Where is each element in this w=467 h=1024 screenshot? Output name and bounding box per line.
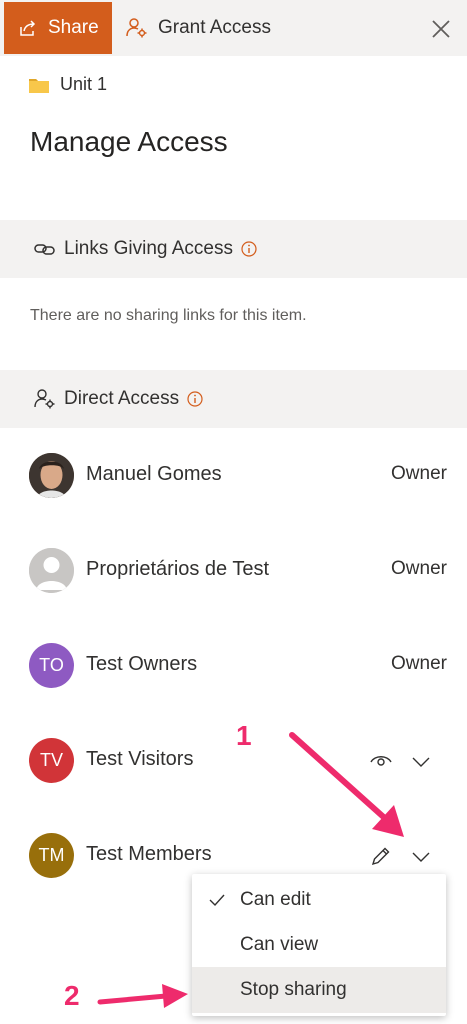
person-role: Owner — [391, 653, 447, 674]
share-label: Share — [48, 17, 99, 38]
person-row[interactable]: Proprietários de Test Owner — [0, 540, 467, 600]
menu-item-label: Can view — [240, 934, 319, 955]
person-name: Test Owners — [86, 653, 198, 675]
annotation-arrow-2 — [97, 984, 188, 1008]
person-gear-icon — [34, 389, 55, 409]
avatar — [29, 548, 74, 593]
permission-menu: Can edit Can view Stop sharing — [192, 874, 446, 1016]
no-links-message: There are no sharing links for this item… — [30, 307, 307, 324]
chevron-down-icon[interactable] — [408, 843, 434, 869]
page-title: Manage Access — [30, 126, 228, 157]
person-name: Test Members — [86, 843, 212, 865]
close-icon[interactable] — [428, 16, 454, 42]
links-section-title: Links Giving Access — [64, 238, 233, 259]
person-photo-icon — [29, 453, 74, 498]
avatar — [29, 453, 74, 498]
person-row[interactable]: TO Test Owners Owner — [0, 635, 467, 695]
menu-item-stop-sharing[interactable]: Stop sharing — [192, 967, 446, 1013]
person-role: Owner — [391, 463, 447, 484]
breadcrumb: Unit 1 — [28, 74, 107, 95]
avatar: TO — [29, 643, 74, 688]
grant-access-button[interactable]: Grant Access — [126, 2, 271, 54]
menu-item-can-view[interactable]: Can view — [192, 922, 446, 968]
direct-access-header: Direct Access — [0, 370, 467, 428]
direct-access-title: Direct Access — [64, 388, 180, 409]
default-person-icon — [29, 548, 74, 593]
links-section-header: Links Giving Access — [0, 220, 467, 278]
share-icon — [20, 20, 36, 36]
share-button[interactable]: Share — [4, 2, 112, 54]
info-icon[interactable] — [241, 241, 257, 257]
check-icon — [209, 894, 225, 907]
menu-item-can-edit[interactable]: Can edit — [192, 877, 446, 923]
annotation-number-1: 1 — [236, 720, 252, 751]
grant-access-label: Grant Access — [158, 17, 271, 38]
annotation-arrow-1 — [289, 732, 404, 837]
person-name: Manuel Gomes — [86, 463, 222, 485]
menu-item-label: Can edit — [240, 889, 311, 910]
person-row[interactable]: Manuel Gomes Owner — [0, 445, 467, 505]
person-gear-icon — [126, 18, 147, 38]
person-name: Test Visitors — [86, 748, 194, 770]
folder-icon — [29, 78, 49, 93]
avatar: TV — [29, 738, 74, 783]
folder-name: Unit 1 — [60, 74, 108, 94]
pencil-icon — [371, 847, 390, 866]
top-bar: Share Grant Access — [0, 0, 467, 56]
person-role: Owner — [391, 558, 447, 579]
person-name: Proprietários de Test — [86, 558, 270, 580]
menu-item-label: Stop sharing — [240, 979, 347, 1000]
avatar: TM — [29, 833, 74, 878]
link-icon — [34, 244, 55, 255]
annotation-number-2: 2 — [64, 980, 80, 1011]
info-icon[interactable] — [187, 391, 203, 407]
